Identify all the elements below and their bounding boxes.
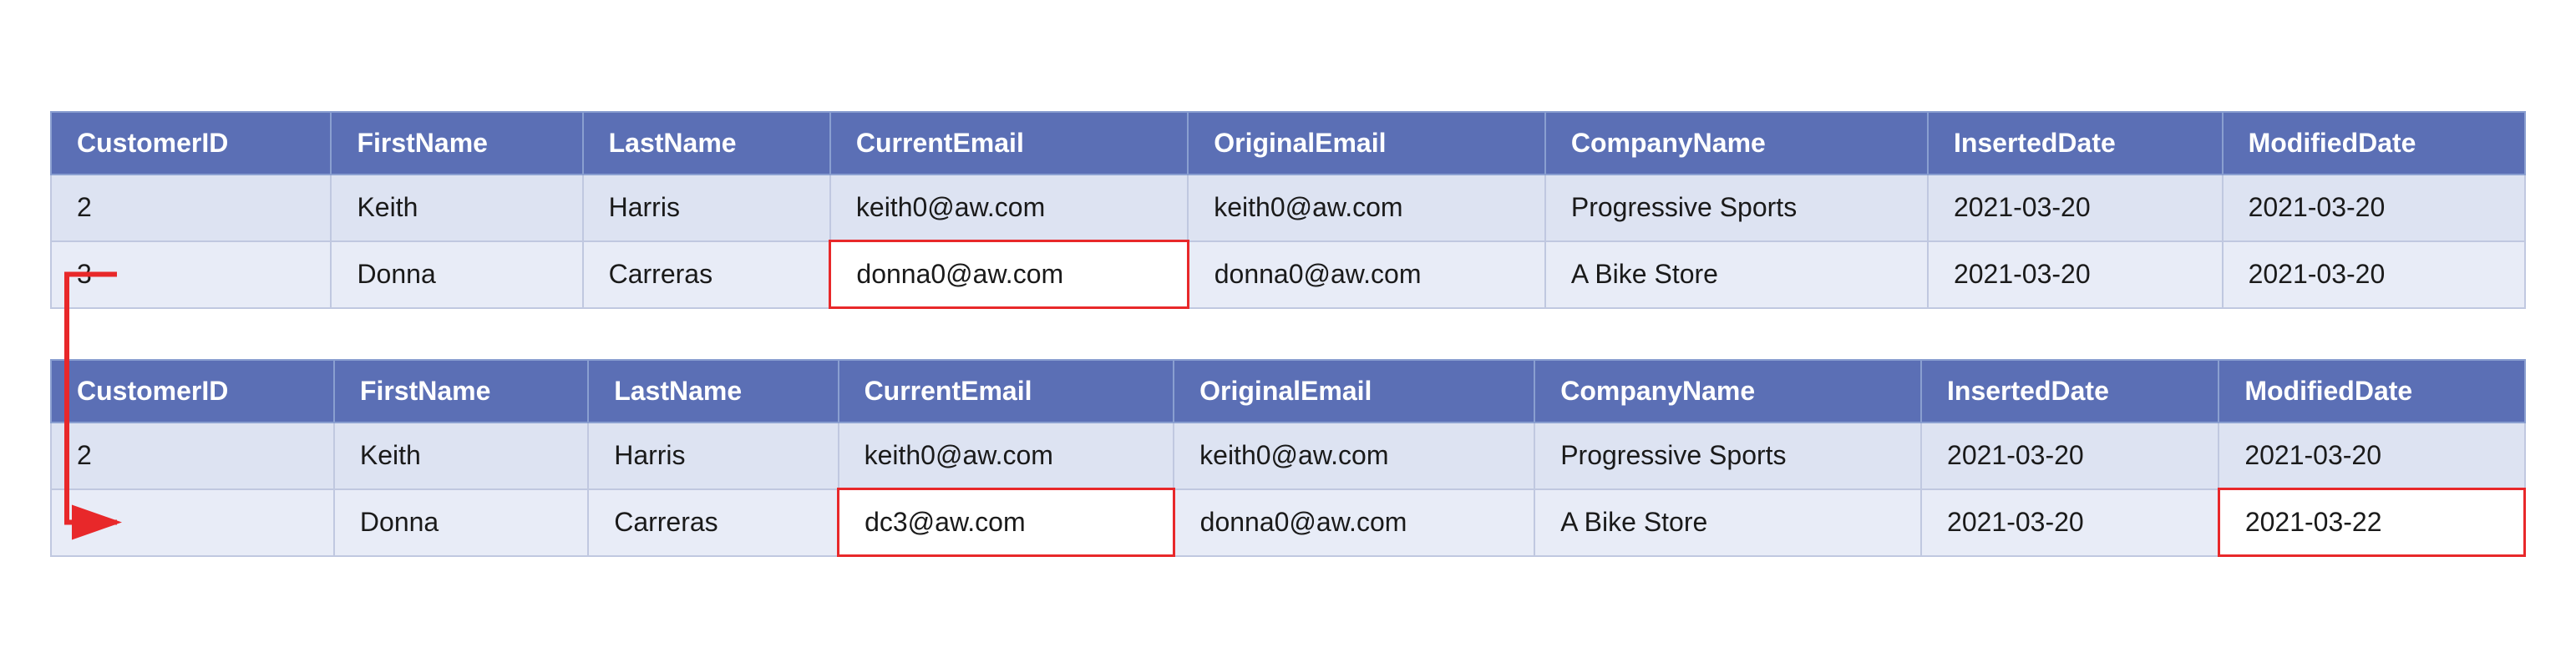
- col-firstname-after: FirstName: [334, 360, 588, 423]
- cell-currentemail: keith0@aw.com: [830, 175, 1188, 241]
- table-after: CustomerID FirstName LastName CurrentEma…: [50, 359, 2526, 557]
- cell-currentemail: donna0@aw.com: [830, 241, 1188, 308]
- table-row: 2KeithHarriskeith0@aw.comkeith0@aw.comPr…: [51, 423, 2525, 489]
- cell-currentemail: keith0@aw.com: [839, 423, 1174, 489]
- cell-inserteddate: 2021-03-20: [1921, 423, 2219, 489]
- cell-originalemail: keith0@aw.com: [1188, 175, 1545, 241]
- col-companyname-before: CompanyName: [1545, 112, 1928, 175]
- cell-companyname: Progressive Sports: [1545, 175, 1928, 241]
- col-lastname-before: LastName: [583, 112, 830, 175]
- col-modifieddate-before: ModifiedDate: [2223, 112, 2525, 175]
- cell-customerid: 2: [51, 423, 334, 489]
- table-after-body: 2KeithHarriskeith0@aw.comkeith0@aw.comPr…: [51, 423, 2525, 556]
- cell-companyname: A Bike Store: [1545, 241, 1928, 308]
- cell-firstname: Keith: [334, 423, 588, 489]
- col-originalemail-before: OriginalEmail: [1188, 112, 1545, 175]
- table-row: 2KeithHarriskeith0@aw.comkeith0@aw.comPr…: [51, 175, 2525, 241]
- col-customerid-after: CustomerID: [51, 360, 334, 423]
- col-customerid-before: CustomerID: [51, 112, 331, 175]
- cell-modifieddate: 2021-03-20: [2219, 423, 2524, 489]
- col-currentemail-after: CurrentEmail: [839, 360, 1174, 423]
- col-inserteddate-before: InsertedDate: [1928, 112, 2223, 175]
- cell-currentemail: dc3@aw.com: [839, 489, 1174, 556]
- col-companyname-after: CompanyName: [1534, 360, 1921, 423]
- col-originalemail-after: OriginalEmail: [1174, 360, 1534, 423]
- table-row: 3DonnaCarrerasdc3@aw.comdonna0@aw.comA B…: [51, 489, 2525, 556]
- cell-lastname: Harris: [588, 423, 838, 489]
- cell-lastname: Carreras: [583, 241, 830, 308]
- table-before: CustomerID FirstName LastName CurrentEma…: [50, 111, 2526, 309]
- cell-customerid: 3: [51, 241, 331, 308]
- col-currentemail-before: CurrentEmail: [830, 112, 1188, 175]
- cell-customerid: 2: [51, 175, 331, 241]
- cell-inserteddate: 2021-03-20: [1928, 241, 2223, 308]
- cell-firstname: Donna: [334, 489, 588, 556]
- cell-modifieddate: 2021-03-20: [2223, 241, 2525, 308]
- cell-companyname: A Bike Store: [1534, 489, 1921, 556]
- page-container: CustomerID FirstName LastName CurrentEma…: [50, 111, 2526, 557]
- table-row: 3DonnaCarrerasdonna0@aw.comdonna0@aw.com…: [51, 241, 2525, 308]
- cell-inserteddate: 2021-03-20: [1928, 175, 2223, 241]
- table-after-header-row: CustomerID FirstName LastName CurrentEma…: [51, 360, 2525, 423]
- table-before-header-row: CustomerID FirstName LastName CurrentEma…: [51, 112, 2525, 175]
- cell-originalemail: donna0@aw.com: [1188, 241, 1545, 308]
- col-lastname-after: LastName: [588, 360, 838, 423]
- cell-companyname: Progressive Sports: [1534, 423, 1921, 489]
- cell-lastname: Carreras: [588, 489, 838, 556]
- cell-originalemail: donna0@aw.com: [1174, 489, 1534, 556]
- table-after-section: CustomerID FirstName LastName CurrentEma…: [50, 359, 2526, 557]
- cell-originalemail: keith0@aw.com: [1174, 423, 1534, 489]
- cell-modifieddate: 2021-03-20: [2223, 175, 2525, 241]
- cell-customerid: 3: [51, 489, 334, 556]
- table-before-body: 2KeithHarriskeith0@aw.comkeith0@aw.comPr…: [51, 175, 2525, 308]
- col-modifieddate-after: ModifiedDate: [2219, 360, 2524, 423]
- cell-firstname: Keith: [331, 175, 582, 241]
- col-firstname-before: FirstName: [331, 112, 582, 175]
- cell-firstname: Donna: [331, 241, 582, 308]
- cell-lastname: Harris: [583, 175, 830, 241]
- cell-inserteddate: 2021-03-20: [1921, 489, 2219, 556]
- cell-modifieddate: 2021-03-22: [2219, 489, 2524, 556]
- table-before-section: CustomerID FirstName LastName CurrentEma…: [50, 111, 2526, 309]
- col-inserteddate-after: InsertedDate: [1921, 360, 2219, 423]
